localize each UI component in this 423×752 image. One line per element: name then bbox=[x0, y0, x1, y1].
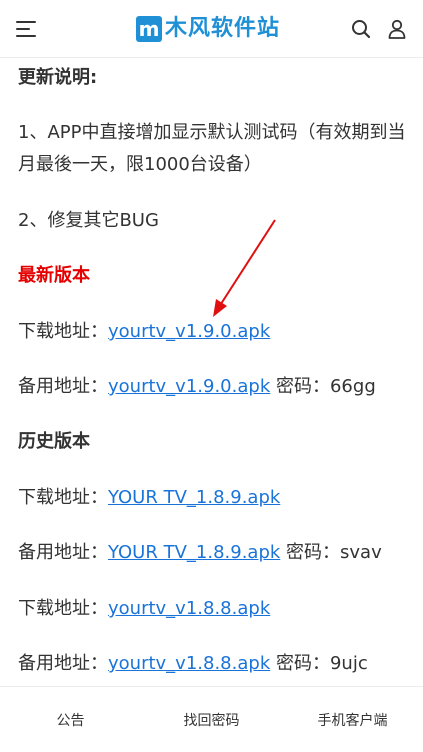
update-notes-heading: 更新说明: bbox=[18, 67, 98, 88]
download-label: 下载地址： bbox=[18, 598, 108, 619]
history-backup-password-2: 9ujc bbox=[329, 653, 368, 674]
download-label: 下载地址： bbox=[18, 321, 108, 342]
backup-label: 备用地址： bbox=[18, 653, 108, 674]
bottom-navigation-bar: 公告 找回密码 手机客户端 bbox=[0, 686, 423, 752]
menu-icon[interactable] bbox=[16, 19, 38, 39]
password-label: 密码： bbox=[286, 542, 341, 563]
red-arrow-annotation bbox=[213, 219, 276, 317]
history-download-row: 下载地址：yourtv_v1.8.8.apk bbox=[18, 593, 413, 625]
backup-label: 备用地址： bbox=[18, 542, 108, 563]
backup-label: 备用地址： bbox=[18, 376, 108, 397]
article-content: 更新说明: 1、APP中直接增加显示默认测试码（有效期到当月最後一天，限1000… bbox=[0, 58, 423, 686]
history-download-link-1[interactable]: YOUR TV_1.8.9.apk bbox=[108, 487, 280, 508]
tab-announcement[interactable]: 公告 bbox=[0, 687, 141, 752]
history-versions-heading: 历史版本 bbox=[18, 431, 90, 452]
tab-recover-password[interactable]: 找回密码 bbox=[141, 687, 282, 752]
logo-mark: m bbox=[136, 16, 162, 42]
download-label: 下载地址： bbox=[18, 487, 108, 508]
update-note-1: 1、APP中直接增加显示默认测试码（有效期到当月最後一天，限1000台设备） bbox=[18, 122, 406, 175]
tab-mobile-client[interactable]: 手机客户端 bbox=[282, 687, 423, 752]
latest-backup-row: 备用地址：yourtv_v1.9.0.apk 密码：66gg bbox=[18, 371, 413, 403]
history-download-link-2[interactable]: yourtv_v1.8.8.apk bbox=[108, 598, 270, 619]
top-navigation-bar: m 木风软件站 bbox=[0, 0, 423, 58]
password-label: 密码： bbox=[275, 376, 330, 397]
latest-backup-link[interactable]: yourtv_v1.9.0.apk bbox=[108, 376, 270, 397]
history-backup-row: 备用地址：yourtv_v1.8.8.apk 密码：9ujc bbox=[18, 648, 413, 680]
site-logo[interactable]: m 木风软件站 bbox=[136, 14, 280, 44]
history-backup-link-1[interactable]: YOUR TV_1.8.9.apk bbox=[108, 542, 280, 563]
user-icon[interactable] bbox=[387, 19, 407, 39]
latest-backup-password: 66gg bbox=[329, 376, 376, 397]
history-backup-password-1: svav bbox=[340, 542, 382, 563]
history-backup-link-2[interactable]: yourtv_v1.8.8.apk bbox=[108, 653, 270, 674]
logo-text: 木风软件站 bbox=[165, 16, 281, 41]
search-icon[interactable] bbox=[351, 19, 371, 39]
password-label: 密码： bbox=[275, 653, 330, 674]
history-backup-row: 备用地址：YOUR TV_1.8.9.apk 密码：svav bbox=[18, 537, 413, 569]
history-download-row: 下载地址：YOUR TV_1.8.9.apk bbox=[18, 482, 413, 514]
